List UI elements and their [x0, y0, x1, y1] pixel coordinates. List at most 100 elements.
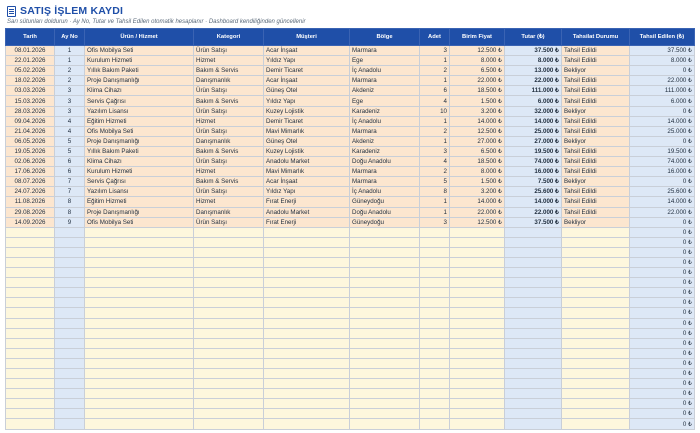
cell-collected[interactable]: 0 ₺	[629, 287, 695, 299]
cell-region[interactable]: Doğu Anadolu	[349, 156, 420, 168]
cell-collected[interactable]: 0 ₺	[629, 307, 695, 319]
cell-product[interactable]	[84, 357, 194, 370]
cell-unit-price[interactable]: 6.500 ₺	[449, 65, 505, 77]
cell-region[interactable]	[349, 327, 420, 339]
cell-collected[interactable]: 0 ₺	[629, 357, 695, 370]
cell-payment-status[interactable]: Tahsil Edildi	[561, 156, 630, 168]
cell-product[interactable]: Klima Cihazı	[84, 156, 194, 168]
cell-collected[interactable]: 0 ₺	[629, 367, 695, 380]
cell-date[interactable]	[5, 367, 55, 380]
cell-payment-status[interactable]	[561, 418, 630, 430]
cell-payment-status[interactable]	[561, 357, 630, 370]
cell-payment-status[interactable]: Tahsil Edildi	[561, 125, 630, 137]
cell-quantity[interactable]	[419, 398, 450, 410]
cell-quantity[interactable]: 1	[419, 55, 450, 67]
col-header-urun-hizmet[interactable]: Ürün / Hizmet	[84, 28, 194, 46]
cell-amount[interactable]: 7.500 ₺	[504, 176, 562, 188]
cell-payment-status[interactable]	[561, 246, 630, 258]
cell-category[interactable]: Bakım & Servis	[193, 95, 264, 107]
cell-category[interactable]	[193, 307, 264, 319]
cell-region[interactable]: Akdeniz	[349, 85, 420, 97]
cell-amount[interactable]	[504, 236, 562, 248]
cell-date[interactable]: 02.06.2026	[5, 156, 55, 168]
cell-month-no[interactable]: 1	[54, 44, 85, 57]
col-header-bolge[interactable]: Bölge	[349, 28, 420, 46]
cell-unit-price[interactable]: 12.500 ₺	[449, 125, 505, 137]
cell-unit-price[interactable]: 1.500 ₺	[449, 176, 505, 188]
cell-quantity[interactable]: 3	[419, 216, 450, 228]
cell-region[interactable]	[349, 388, 420, 400]
cell-unit-price[interactable]: 6.500 ₺	[449, 145, 505, 158]
cell-customer[interactable]: Yıldız Yapı	[263, 186, 350, 198]
cell-quantity[interactable]: 2	[419, 166, 450, 178]
cell-customer[interactable]	[263, 327, 350, 339]
cell-quantity[interactable]	[419, 246, 450, 258]
cell-month-no[interactable]	[54, 317, 85, 329]
cell-collected[interactable]: 0 ₺	[629, 277, 695, 289]
cell-month-no[interactable]: 6	[54, 156, 85, 168]
cell-quantity[interactable]	[419, 226, 450, 238]
cell-date[interactable]	[5, 378, 55, 390]
cell-customer[interactable]	[263, 307, 350, 319]
cell-quantity[interactable]: 1	[419, 206, 450, 218]
cell-unit-price[interactable]	[449, 277, 505, 289]
cell-date[interactable]	[5, 297, 55, 309]
cell-payment-status[interactable]: Tahsil Edildi	[561, 196, 630, 208]
cell-unit-price[interactable]: 14.000 ₺	[449, 196, 505, 208]
cell-date[interactable]	[5, 226, 55, 238]
cell-unit-price[interactable]: 18.500 ₺	[449, 85, 505, 97]
cell-region[interactable]	[349, 408, 420, 420]
cell-category[interactable]	[193, 418, 264, 430]
cell-month-no[interactable]: 2	[54, 65, 85, 77]
cell-date[interactable]: 29.08.2026	[5, 206, 55, 218]
cell-payment-status[interactable]: Bekliyor	[561, 216, 630, 228]
cell-month-no[interactable]	[54, 307, 85, 319]
cell-month-no[interactable]	[54, 347, 85, 359]
cell-collected[interactable]: 0 ₺	[629, 135, 695, 147]
cell-amount[interactable]	[504, 367, 562, 380]
cell-date[interactable]	[5, 418, 55, 430]
cell-quantity[interactable]	[419, 307, 450, 319]
cell-collected[interactable]: 0 ₺	[629, 226, 695, 238]
cell-quantity[interactable]	[419, 297, 450, 309]
cell-amount[interactable]: 25.000 ₺	[504, 125, 562, 137]
cell-amount[interactable]	[504, 277, 562, 289]
cell-month-no[interactable]	[54, 337, 85, 349]
cell-amount[interactable]	[504, 307, 562, 319]
cell-collected[interactable]: 0 ₺	[629, 176, 695, 188]
cell-unit-price[interactable]	[449, 287, 505, 299]
cell-product[interactable]: Yıllık Bakım Paketi	[84, 145, 194, 158]
cell-category[interactable]: Ürün Satışı	[193, 216, 264, 228]
cell-quantity[interactable]: 2	[419, 125, 450, 137]
cell-payment-status[interactable]	[561, 277, 630, 289]
cell-unit-price[interactable]	[449, 418, 505, 430]
cell-product[interactable]	[84, 246, 194, 258]
cell-region[interactable]	[349, 297, 420, 309]
cell-product[interactable]: Eğitim Hizmeti	[84, 196, 194, 208]
cell-month-no[interactable]	[54, 297, 85, 309]
cell-unit-price[interactable]	[449, 408, 505, 420]
cell-product[interactable]: Yazılım Lisansı	[84, 186, 194, 198]
cell-month-no[interactable]: 3	[54, 95, 85, 107]
cell-collected[interactable]: 14.000 ₺	[629, 196, 695, 208]
cell-payment-status[interactable]: Tahsil Edildi	[561, 55, 630, 67]
cell-quantity[interactable]	[419, 256, 450, 269]
cell-product[interactable]: Ofis Mobilya Seti	[84, 125, 194, 137]
cell-date[interactable]: 05.02.2026	[5, 65, 55, 77]
cell-amount[interactable]: 111.000 ₺	[504, 85, 562, 97]
cell-category[interactable]: Ürün Satışı	[193, 105, 264, 117]
cell-unit-price[interactable]	[449, 267, 505, 279]
cell-payment-status[interactable]: Tahsil Edildi	[561, 186, 630, 198]
cell-product[interactable]	[84, 367, 194, 380]
cell-region[interactable]	[349, 307, 420, 319]
cell-month-no[interactable]: 8	[54, 206, 85, 218]
cell-category[interactable]	[193, 378, 264, 390]
cell-category[interactable]	[193, 337, 264, 349]
cell-quantity[interactable]	[419, 347, 450, 359]
cell-month-no[interactable]: 7	[54, 186, 85, 198]
cell-quantity[interactable]	[419, 327, 450, 339]
cell-collected[interactable]: 0 ₺	[629, 388, 695, 400]
cell-date[interactable]	[5, 398, 55, 410]
cell-category[interactable]	[193, 408, 264, 420]
cell-quantity[interactable]	[419, 317, 450, 329]
